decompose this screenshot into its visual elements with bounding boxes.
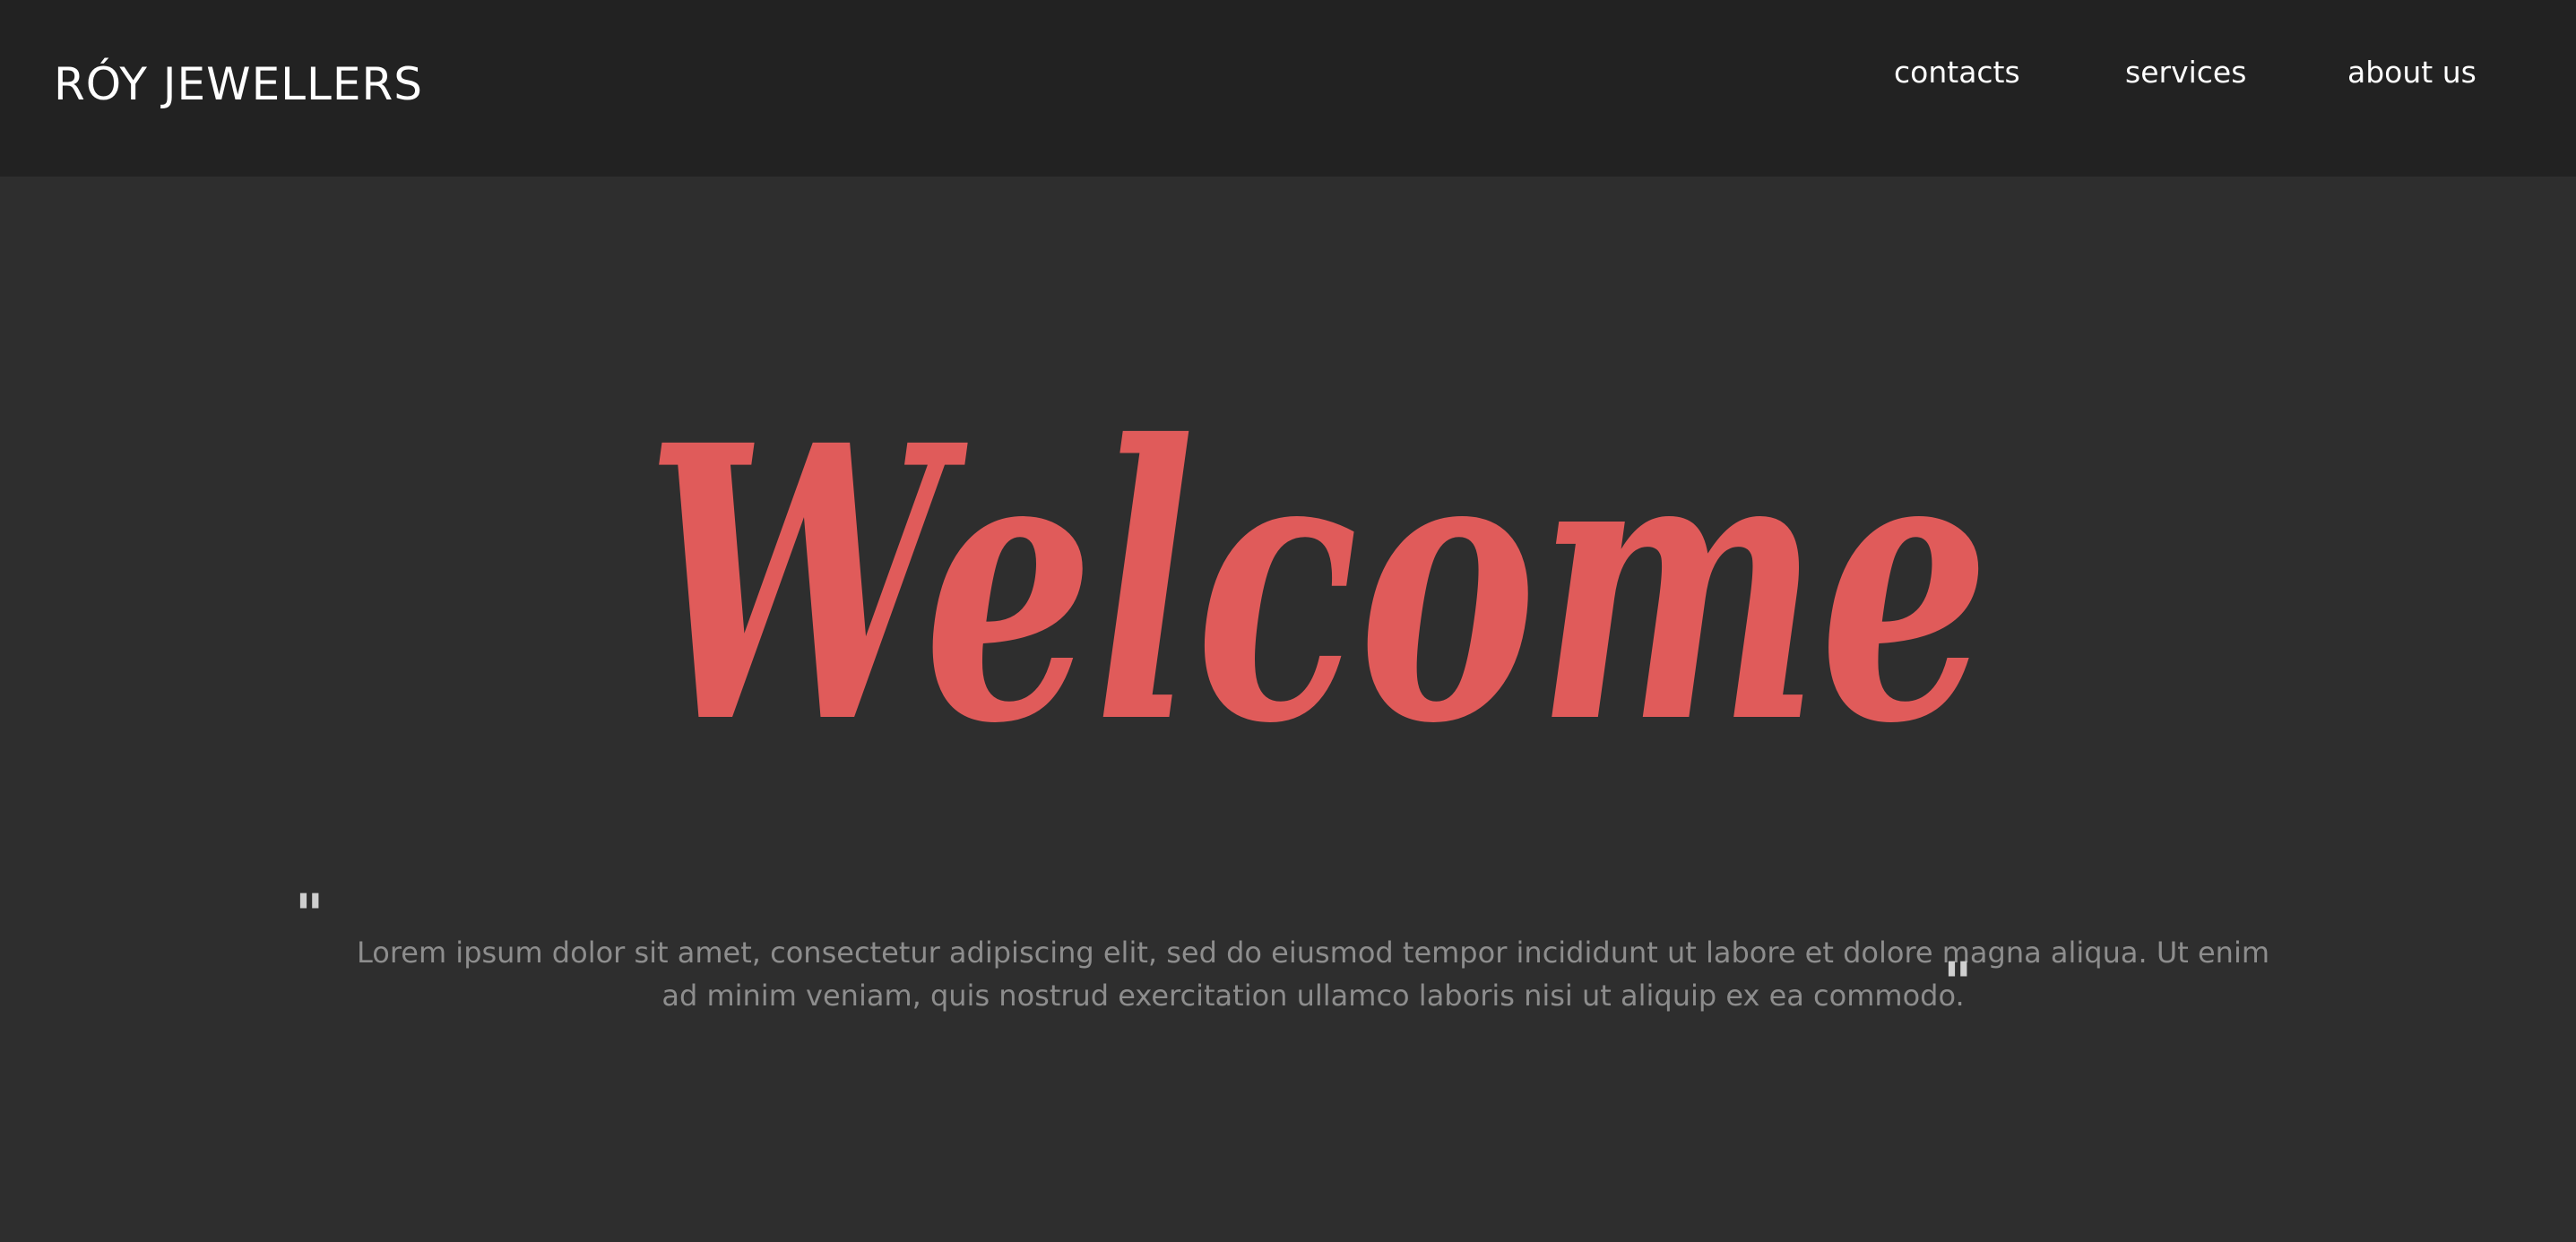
quote-close-icon: " (1943, 950, 1973, 1015)
top-navbar: RÓY JEWELLERS contacts services about us (0, 0, 2576, 177)
nav-link-services[interactable]: services (2125, 50, 2246, 95)
hero-description: Lorem ipsum dolor sit amet, consectetur … (356, 936, 2270, 1013)
nav-link-about-us[interactable]: about us (2347, 50, 2477, 95)
page: RÓY JEWELLERS contacts services about us… (0, 0, 2576, 1242)
nav-link-contacts[interactable]: contacts (1894, 50, 2020, 95)
welcome-heading: Welcome (645, 365, 1990, 806)
quote-open-icon: " (295, 882, 324, 947)
welcome-heading-text: Welcome (645, 365, 1990, 806)
brand-logo-link[interactable]: RÓY JEWELLERS (54, 56, 423, 113)
